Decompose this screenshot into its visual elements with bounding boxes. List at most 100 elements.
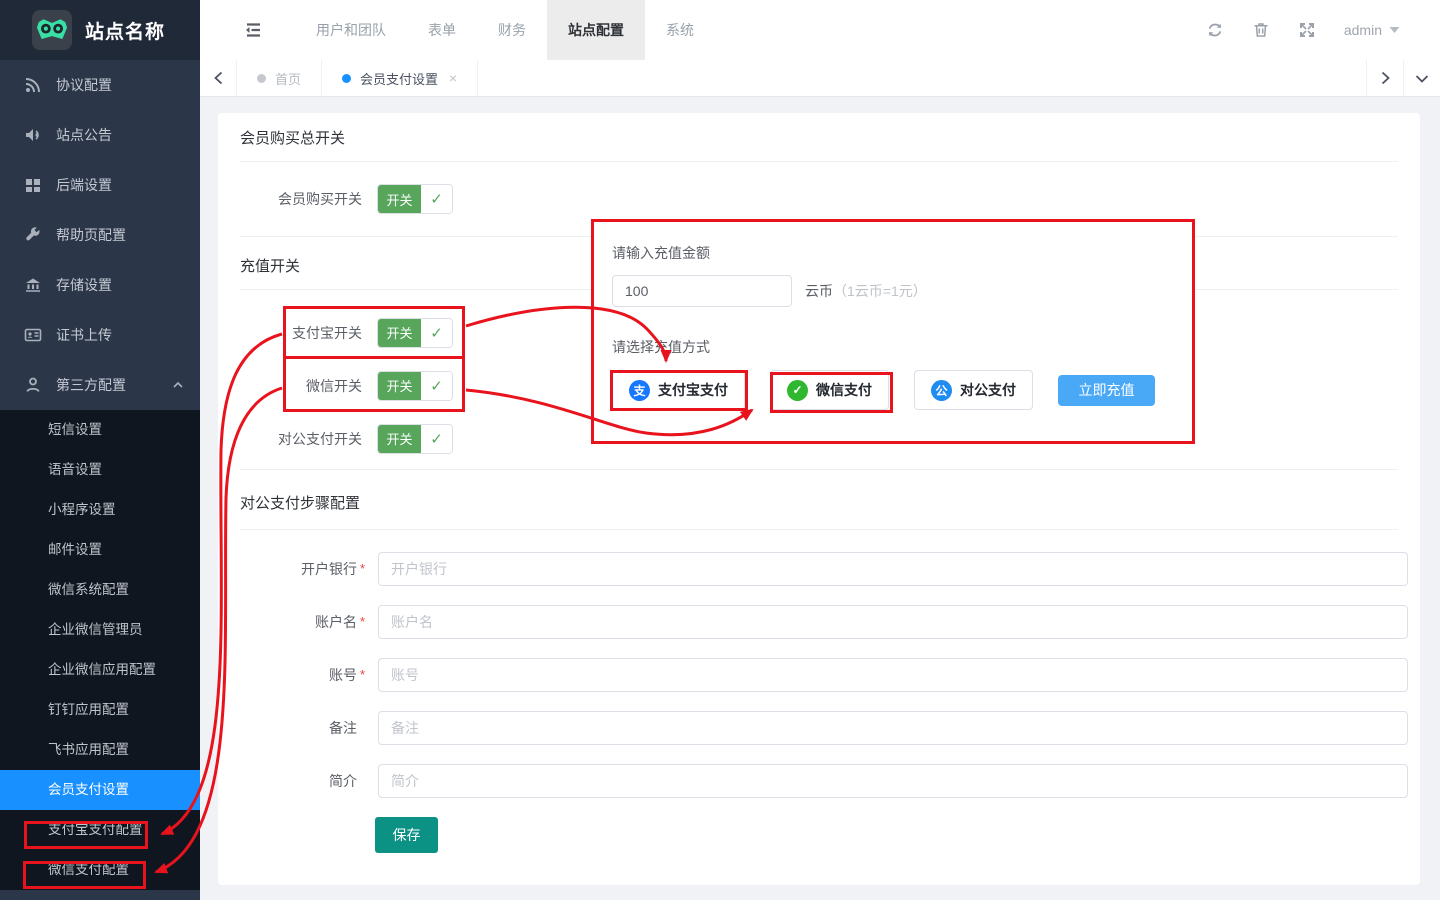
required-asterisk: * bbox=[360, 614, 370, 629]
currency-note: （1云币=1元） bbox=[833, 283, 927, 299]
required-asterisk: * bbox=[360, 667, 370, 682]
intro-input[interactable] bbox=[378, 764, 1408, 798]
amount-row: 云币（1云币=1元） bbox=[612, 275, 1192, 307]
fullscreen-icon[interactable] bbox=[1298, 21, 1316, 39]
bank-icon bbox=[24, 276, 42, 294]
bank-field-row: 开户银行 * bbox=[240, 542, 1398, 595]
wrench-icon bbox=[24, 226, 42, 244]
nav-item-forms[interactable]: 表单 bbox=[407, 0, 477, 60]
rss-icon bbox=[24, 76, 42, 94]
sidebar-item-mail-settings[interactable]: 邮件设置 bbox=[0, 530, 200, 570]
tab-member-payment-settings[interactable]: 会员支付设置 × bbox=[322, 60, 478, 96]
wechat-toggle[interactable]: 开关 ✓ bbox=[377, 371, 453, 401]
trash-icon[interactable] bbox=[1252, 21, 1270, 39]
sidebar-item-miniprogram-settings[interactable]: 小程序设置 bbox=[0, 490, 200, 530]
sidebar-item-protocol-config[interactable]: 协议配置 bbox=[0, 60, 200, 110]
section-title-corporate-steps: 对公支付步骤配置 bbox=[240, 470, 1398, 530]
recharge-now-button[interactable]: 立即充值 bbox=[1058, 375, 1155, 406]
sidebar-item-voice-settings[interactable]: 语音设置 bbox=[0, 450, 200, 490]
third-party-submenu: 短信设置 语音设置 小程序设置 邮件设置 微信系统配置 企业微信管理员 企业微信… bbox=[0, 410, 200, 890]
sidebar-menu: 协议配置 站点公告 后端设置 帮助页配置 存储设置 证书上传 第三方配置 短 bbox=[0, 60, 200, 890]
intro-field-row: 简介 bbox=[240, 754, 1398, 807]
corporate-pay-button[interactable]: 公 对公支付 bbox=[914, 370, 1033, 410]
user-icon bbox=[24, 376, 42, 394]
member-purchase-toggle[interactable]: 开关 ✓ bbox=[377, 184, 453, 214]
bank-input[interactable] bbox=[378, 552, 1408, 586]
remark-input[interactable] bbox=[378, 711, 1408, 745]
account-number-field-row: 账号 * bbox=[240, 648, 1398, 701]
tab-home[interactable]: 首页 bbox=[237, 60, 322, 96]
tabs-scroll-left-button[interactable] bbox=[200, 60, 237, 96]
account-name-input[interactable] bbox=[378, 605, 1408, 639]
logo-bar: 站点名称 bbox=[0, 0, 200, 60]
topbar-actions: admin bbox=[1206, 21, 1400, 39]
corporate-pay-icon: 公 bbox=[931, 380, 952, 401]
sidebar-item-help-page-config[interactable]: 帮助页配置 bbox=[0, 210, 200, 260]
alipay-icon: 支 bbox=[629, 380, 650, 401]
top-nav: 用户和团队 表单 财务 站点配置 系统 bbox=[295, 0, 715, 60]
username: admin bbox=[1344, 22, 1382, 38]
sidebar-item-storage-settings[interactable]: 存储设置 bbox=[0, 260, 200, 310]
remark-field-row: 备注 bbox=[240, 701, 1398, 754]
tabs-scroll-right-button[interactable] bbox=[1366, 60, 1403, 96]
corporate-form: 开户银行 * 账户名 * 账号 * 备注 简介 保存 bbox=[240, 530, 1398, 853]
corporate-toggle[interactable]: 开关 ✓ bbox=[377, 424, 453, 454]
nav-item-finance[interactable]: 财务 bbox=[477, 0, 547, 60]
tab-close-icon[interactable]: × bbox=[449, 70, 457, 86]
check-icon: ✓ bbox=[421, 185, 452, 213]
required-asterisk: * bbox=[360, 561, 370, 576]
nav-item-system[interactable]: 系统 bbox=[645, 0, 715, 60]
sidebar-item-wecom-app-config[interactable]: 企业微信应用配置 bbox=[0, 650, 200, 690]
chevron-up-icon bbox=[172, 379, 184, 391]
alipay-toggle[interactable]: 开关 ✓ bbox=[377, 318, 453, 348]
user-menu[interactable]: admin bbox=[1344, 22, 1400, 38]
check-icon: ✓ bbox=[421, 425, 452, 453]
sidebar-item-feishu-app-config[interactable]: 飞书应用配置 bbox=[0, 730, 200, 770]
chevron-left-icon bbox=[213, 71, 224, 85]
member-purchase-switch-label: 会员购买开关 bbox=[240, 189, 362, 209]
payment-methods: 支 支付宝支付 ✓ 微信支付 公 对公支付 立即充值 bbox=[612, 370, 1192, 410]
tab-dot bbox=[257, 74, 266, 83]
currency-unit: 云币（1云币=1元） bbox=[805, 281, 927, 301]
sidebar-item-sms-settings[interactable]: 短信设置 bbox=[0, 410, 200, 450]
grid-icon bbox=[24, 176, 42, 194]
site-title: 站点名称 bbox=[85, 17, 165, 44]
wechat-pay-icon: ✓ bbox=[787, 380, 808, 401]
sidebar-item-third-party-config[interactable]: 第三方配置 bbox=[0, 360, 200, 410]
sidebar-item-dingtalk-app-config[interactable]: 钉钉应用配置 bbox=[0, 690, 200, 730]
tab-dot bbox=[342, 74, 351, 83]
method-label: 请选择充值方式 bbox=[612, 337, 1192, 357]
owl-logo-icon bbox=[32, 10, 72, 50]
recharge-dialog: 请输入充值金额 云币（1云币=1元） 请选择充值方式 支 支付宝支付 ✓ 微信支… bbox=[595, 223, 1192, 441]
wechat-pay-button[interactable]: ✓ 微信支付 bbox=[770, 370, 889, 410]
check-icon: ✓ bbox=[421, 319, 452, 347]
sidebar-item-certificate-upload[interactable]: 证书上传 bbox=[0, 310, 200, 360]
caret-down-icon bbox=[1389, 26, 1400, 34]
check-icon: ✓ bbox=[421, 372, 452, 400]
tabbar: 首页 会员支付设置 × bbox=[200, 60, 1440, 97]
sidebar-item-backend-settings[interactable]: 后端设置 bbox=[0, 160, 200, 210]
save-button[interactable]: 保存 bbox=[375, 817, 438, 853]
section-title-member-master-switch: 会员购买总开关 bbox=[240, 113, 1398, 162]
nav-item-site-config[interactable]: 站点配置 bbox=[547, 0, 645, 60]
sidebar-item-site-announcement[interactable]: 站点公告 bbox=[0, 110, 200, 160]
account-name-field-row: 账户名 * bbox=[240, 595, 1398, 648]
account-number-input[interactable] bbox=[378, 658, 1408, 692]
nav-item-users-teams[interactable]: 用户和团队 bbox=[295, 0, 407, 60]
topbar: 用户和团队 表单 财务 站点配置 系统 admin bbox=[200, 0, 1440, 60]
menu-fold-icon[interactable] bbox=[243, 20, 263, 40]
tabs-menu-button[interactable] bbox=[1403, 60, 1440, 96]
tabbar-spacer bbox=[478, 60, 1366, 96]
refresh-icon[interactable] bbox=[1206, 21, 1224, 39]
amount-input[interactable] bbox=[612, 275, 792, 307]
sidebar-item-alipay-payment-config[interactable]: 支付宝支付配置 bbox=[0, 810, 200, 850]
sidebar-item-wechat-payment-config[interactable]: 微信支付配置 bbox=[0, 850, 200, 890]
alipay-pay-button[interactable]: 支 支付宝支付 bbox=[612, 370, 745, 410]
sidebar-item-member-payment-settings[interactable]: 会员支付设置 bbox=[0, 770, 200, 810]
chevron-right-icon bbox=[1380, 71, 1391, 85]
sidebar: 站点名称 协议配置 站点公告 后端设置 帮助页配置 存储设置 证书上传 第 bbox=[0, 0, 200, 900]
sidebar-item-wecom-admin[interactable]: 企业微信管理员 bbox=[0, 610, 200, 650]
amount-label: 请输入充值金额 bbox=[612, 243, 1192, 263]
sidebar-item-wechat-system-config[interactable]: 微信系统配置 bbox=[0, 570, 200, 610]
chevron-down-icon bbox=[1415, 73, 1429, 84]
